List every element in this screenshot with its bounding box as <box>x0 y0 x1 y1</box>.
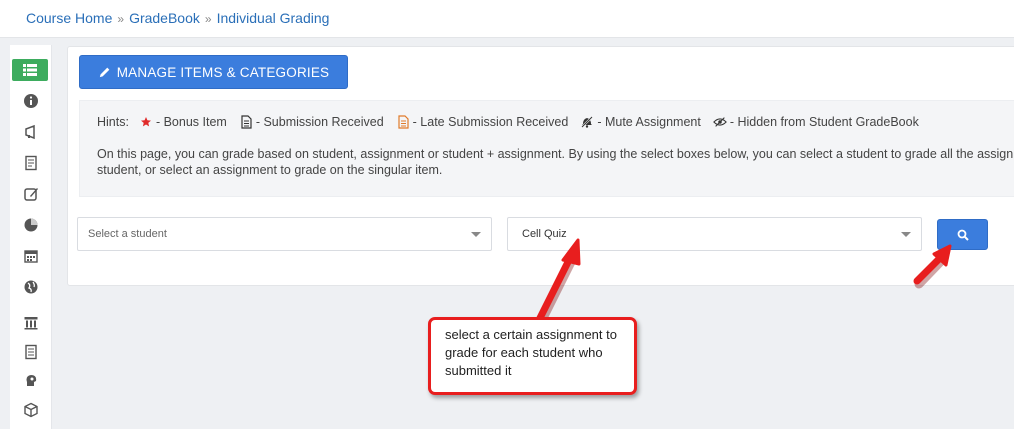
cube-icon <box>24 402 38 418</box>
sidebar-item-list[interactable] <box>12 59 48 81</box>
notes-icon <box>25 344 37 360</box>
hints-label: Hints: <box>97 115 129 129</box>
hint-bonus-item: - Bonus Item <box>139 115 227 129</box>
breadcrumb: Course Home » GradeBook » Individual Grading <box>26 10 329 26</box>
search-button[interactable] <box>937 219 988 250</box>
search-icon <box>957 229 969 241</box>
chevron-down-icon <box>471 232 481 237</box>
hints-box: Hints: - Bonus Item - Submission Receive… <box>79 100 1014 197</box>
breadcrumb-separator: » <box>117 12 125 26</box>
hint-hidden-from-student: - Hidden from Student GradeBook <box>712 115 919 129</box>
hints-row: Hints: - Bonus Item - Submission Receive… <box>97 115 931 129</box>
assignment-select[interactable]: Cell Quiz <box>507 217 922 251</box>
breadcrumb-separator: » <box>204 12 212 26</box>
star-icon <box>140 117 151 127</box>
document-icon <box>25 155 37 171</box>
archive-icon <box>24 317 38 330</box>
sidebar-item-reports[interactable] <box>12 212 50 238</box>
chevron-down-icon <box>901 232 911 237</box>
hint-late-submission: - Late Submission Received <box>396 115 568 129</box>
hint-mute-assignment: - Mute Assignment <box>580 115 701 129</box>
manage-items-label: MANAGE ITEMS & CATEGORIES <box>116 64 330 80</box>
hint-submission-received: - Submission Received <box>239 115 384 129</box>
sidebar-item-documents[interactable] <box>12 150 50 176</box>
annotation-text: select a certain assignment to grade for… <box>445 327 617 378</box>
pie-chart-icon <box>24 218 38 232</box>
annotation-callout: select a certain assignment to grade for… <box>428 317 637 395</box>
sidebar-item-calendar[interactable] <box>12 243 50 269</box>
breadcrumb-gradebook[interactable]: GradeBook <box>129 10 200 26</box>
sidebar-item-notes[interactable] <box>12 339 50 365</box>
student-select[interactable]: Select a student <box>77 217 492 251</box>
mute-icon <box>581 116 594 128</box>
sidebar-item-info[interactable] <box>12 88 50 114</box>
sidebar-item-web[interactable] <box>12 274 50 300</box>
hints-description: On this page, you can grade based on stu… <box>97 147 1014 177</box>
breadcrumb-course-home[interactable]: Course Home <box>26 10 112 26</box>
list-icon <box>23 64 37 76</box>
megaphone-icon <box>25 124 35 140</box>
sidebar-item-packages[interactable] <box>12 397 50 423</box>
sidebar-item-announcements[interactable] <box>12 119 50 145</box>
top-bar: Course Home » GradeBook » Individual Grading <box>0 0 1014 38</box>
submission-icon <box>241 115 252 129</box>
breadcrumb-individual-grading[interactable]: Individual Grading <box>217 10 330 26</box>
manage-items-categories-button[interactable]: MANAGE ITEMS & CATEGORIES <box>79 55 348 89</box>
edit-icon <box>24 188 38 201</box>
sidebar-item-profile[interactable] <box>12 368 50 394</box>
hidden-eye-icon <box>712 117 727 127</box>
student-select-placeholder: Select a student <box>88 228 167 240</box>
globe-icon <box>24 280 38 294</box>
calendar-icon <box>24 250 38 263</box>
late-submission-icon <box>398 115 409 129</box>
sidebar-item-archive[interactable] <box>12 310 50 336</box>
head-icon <box>26 375 37 386</box>
assignment-select-value: Cell Quiz <box>522 228 567 240</box>
pencil-icon <box>99 67 110 77</box>
info-icon <box>24 94 38 108</box>
sidebar <box>10 45 52 429</box>
sidebar-item-assignments[interactable] <box>12 181 50 207</box>
